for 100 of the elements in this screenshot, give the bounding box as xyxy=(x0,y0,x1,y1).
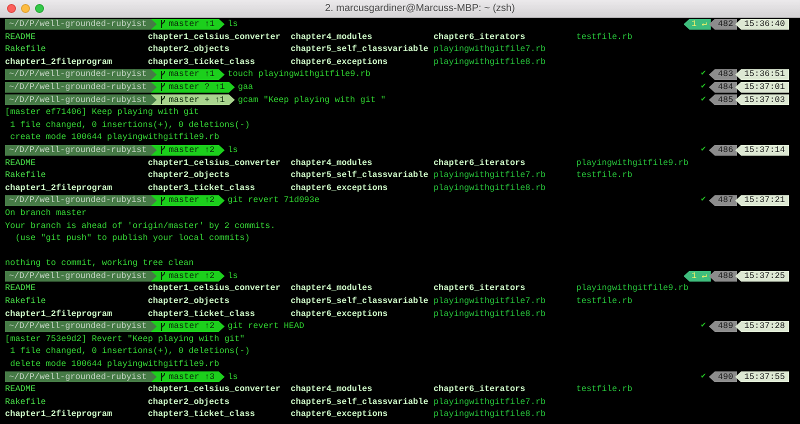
branch-icon xyxy=(160,322,166,331)
path-segment: ~/D/P/well-grounded-rubyist xyxy=(5,18,157,30)
zoom-button[interactable] xyxy=(35,4,44,13)
history-number: 490 xyxy=(708,371,738,382)
path-segment: ~/D/P/well-grounded-rubyist xyxy=(5,270,157,282)
check-icon: ✔ xyxy=(701,94,706,106)
file-name: Rakefile xyxy=(5,169,47,182)
path-segment: ~/D/P/well-grounded-rubyist xyxy=(5,94,157,106)
command-text: ls xyxy=(228,18,238,31)
file-name: chapter6_iterators xyxy=(433,282,526,296)
git-segment: master ? ↑1 xyxy=(150,82,235,93)
path-segment: ~/D/P/well-grounded-rubyist xyxy=(5,195,157,206)
time-segment: 15:37:55 xyxy=(735,371,789,382)
time-segment: 15:37:01 xyxy=(735,82,789,93)
exit-code-segment: 1 ↵ xyxy=(684,270,711,282)
file-name: chapter2_objects xyxy=(148,396,230,408)
file-name: playingwithgitfile9.rb xyxy=(576,282,690,296)
file-name: playingwithgitfile8.rb xyxy=(433,408,547,421)
file-name: chapter6_exceptions xyxy=(290,308,389,320)
branch-icon xyxy=(160,83,166,92)
output-line: [master 753e9d2] Revert "Keep playing with git" xyxy=(5,332,245,346)
history-number: 487 xyxy=(708,195,738,206)
output-line: create mode 100644 playingwithgitfile9.rb xyxy=(9,131,220,144)
output-line: Your branch is ahead of 'origin/master' by 2 commits. xyxy=(5,220,276,232)
file-name: chapter4_modules xyxy=(290,30,374,44)
git-segment: master ↑2 xyxy=(150,195,225,206)
history-number: 485 xyxy=(708,94,738,106)
history-number: 482 xyxy=(708,18,738,30)
file-name: chapter1_2fileprogram xyxy=(5,308,114,320)
file-name: chapter2_objects xyxy=(148,169,230,182)
command-text: ls xyxy=(228,370,238,384)
file-name: Rakefile xyxy=(5,43,47,56)
git-segment: master ↑2 xyxy=(150,321,225,332)
exit-code-segment: 1 ↵ xyxy=(684,18,711,30)
file-name: playingwithgitfile9.rb xyxy=(576,156,690,170)
file-name: README xyxy=(5,30,37,44)
path-segment: ~/D/P/well-grounded-rubyist xyxy=(5,371,157,382)
path-segment: ~/D/P/well-grounded-rubyist xyxy=(5,82,157,93)
file-name: README xyxy=(5,156,37,170)
file-name: chapter6_exceptions xyxy=(290,408,389,421)
file-name: chapter4_modules xyxy=(290,383,374,396)
command-text: gcam "Keep playing with git " xyxy=(238,94,386,106)
file-name: playingwithgitfile8.rb xyxy=(433,182,547,194)
file-name: chapter1_celsius_converter xyxy=(148,30,282,44)
history-number: 488 xyxy=(708,270,738,282)
minimize-button[interactable] xyxy=(21,4,30,13)
command-text: ls xyxy=(228,144,238,157)
branch-icon xyxy=(160,372,166,381)
time-segment: 15:37:03 xyxy=(735,94,789,106)
check-icon: ✔ xyxy=(701,320,706,333)
git-segment: master ↑3 xyxy=(150,371,225,382)
file-name: playingwithgitfile7.rb xyxy=(433,396,547,408)
file-name: Rakefile xyxy=(5,396,47,408)
path-segment: ~/D/P/well-grounded-rubyist xyxy=(5,144,157,156)
file-name: chapter6_exceptions xyxy=(290,56,389,68)
branch-icon xyxy=(160,96,166,104)
command-text: git revert HEAD xyxy=(228,320,304,333)
git-segment: master ↑2 xyxy=(150,270,225,282)
file-name: testfile.rb xyxy=(576,169,634,182)
file-name: chapter4_modules xyxy=(290,156,374,170)
git-segment: master ↑2 xyxy=(150,144,225,156)
file-name: chapter2_objects xyxy=(148,295,230,308)
file-name: playingwithgitfile7.rb xyxy=(433,295,547,308)
file-name: chapter5_self_classvariable xyxy=(290,295,430,308)
branch-icon xyxy=(160,272,166,280)
file-name: chapter1_celsius_converter xyxy=(148,156,282,170)
command-text: touch playingwithgitfile9.rb xyxy=(228,68,370,81)
file-name: chapter2_objects xyxy=(148,43,230,56)
git-segment: master + ↑1 xyxy=(150,94,235,106)
git-segment: master ↑1 xyxy=(150,69,225,80)
command-text: ls xyxy=(228,270,238,282)
command-text: gaa xyxy=(238,80,254,94)
branch-icon xyxy=(160,70,166,79)
command-text: git revert 71d093e xyxy=(228,194,320,207)
file-name: Rakefile xyxy=(5,295,47,308)
file-name: playingwithgitfile8.rb xyxy=(433,308,547,320)
file-name: playingwithgitfile7.rb xyxy=(433,43,547,56)
time-segment: 15:36:51 xyxy=(735,69,789,80)
history-number: 484 xyxy=(708,82,738,93)
time-segment: 15:37:14 xyxy=(735,144,789,156)
file-name: chapter6_exceptions xyxy=(290,182,389,194)
path-segment: ~/D/P/well-grounded-rubyist xyxy=(5,321,157,332)
time-segment: 15:37:28 xyxy=(735,321,789,332)
output-line: 1 file changed, 0 insertions(+), 0 deletions(-) xyxy=(9,118,250,132)
file-name: chapter1_2fileprogram xyxy=(5,56,114,68)
file-name: chapter1_celsius_converter xyxy=(148,282,282,296)
path-segment: ~/D/P/well-grounded-rubyist xyxy=(5,69,157,80)
file-name: playingwithgitfile8.rb xyxy=(433,56,547,68)
output-line: (use "git push" to publish your local commits) xyxy=(14,232,250,245)
close-button[interactable] xyxy=(7,4,16,13)
file-name: chapter1_2fileprogram xyxy=(5,408,114,421)
file-name: chapter5_self_classvariable xyxy=(290,43,430,56)
branch-icon xyxy=(160,146,166,154)
branch-icon xyxy=(160,196,166,205)
file-name: chapter5_self_classvariable xyxy=(290,169,430,182)
file-name: chapter1_celsius_converter xyxy=(148,383,282,396)
window-title: 2. marcusgardiner@Marcuss-MBP: ~ (zsh) xyxy=(325,2,515,16)
output-line: nothing to commit, working tree clean xyxy=(5,257,194,270)
file-name: testfile.rb xyxy=(576,383,634,396)
file-name: testfile.rb xyxy=(576,295,634,308)
